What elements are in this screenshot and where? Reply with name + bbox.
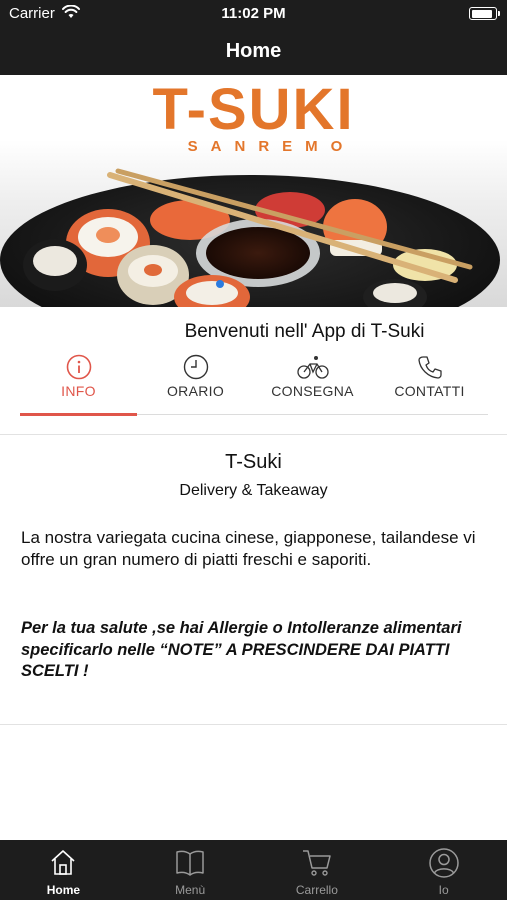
status-bar: Carrier 11:02 PM bbox=[0, 0, 507, 28]
tab-orario-label: ORARIO bbox=[166, 383, 225, 399]
restaurant-description: La nostra variegata cucina cinese, giapp… bbox=[21, 528, 476, 569]
phone-icon bbox=[371, 354, 488, 380]
tabbar-home[interactable]: Home bbox=[0, 840, 127, 900]
battery-icon bbox=[469, 7, 500, 20]
clock-icon bbox=[137, 354, 254, 380]
tabbar-io-label: Io bbox=[438, 883, 449, 897]
tab-active-indicator bbox=[20, 413, 137, 416]
top-bar: Carrier 11:02 PM Home bbox=[0, 0, 507, 75]
cart-icon bbox=[254, 847, 381, 879]
welcome-text: Benvenuti nell' App di T-Suki bbox=[184, 321, 425, 342]
page-title: Home bbox=[225, 40, 282, 62]
tab-consegna[interactable]: CONSEGNA bbox=[254, 352, 371, 416]
tabbar-menu-label: Menù bbox=[175, 883, 206, 897]
content-divider bbox=[0, 724, 507, 725]
tabbar-io[interactable]: Io bbox=[380, 840, 507, 900]
tab-consegna-label: CONSEGNA bbox=[271, 383, 354, 399]
tabbar-carrello[interactable]: Carrello bbox=[254, 840, 381, 900]
section-divider bbox=[0, 434, 507, 435]
user-icon bbox=[380, 847, 507, 879]
brand-logo: T-SUKI bbox=[152, 77, 355, 142]
tab-orario[interactable]: ORARIO bbox=[137, 352, 254, 416]
tab-contatti-label: CONTATTI bbox=[394, 383, 465, 399]
info-tabs: INFO ORARIO CONSEGNA CONTATTI bbox=[20, 352, 488, 416]
info-icon bbox=[20, 354, 137, 380]
bottom-tab-bar: Home Menù Carrello Io bbox=[0, 840, 507, 900]
tabbar-home-label: Home bbox=[46, 883, 81, 897]
restaurant-name: T-Suki bbox=[225, 451, 282, 473]
brand-subtitle: SANREMO bbox=[187, 138, 356, 155]
tabbar-menu[interactable]: Menù bbox=[127, 840, 254, 900]
bicycle-icon bbox=[254, 354, 371, 380]
tab-info[interactable]: INFO bbox=[20, 352, 137, 416]
tab-info-label: INFO bbox=[61, 383, 96, 399]
book-icon bbox=[127, 847, 254, 879]
allergy-notice: Per la tua salute ,se hai Allergie o Int… bbox=[21, 619, 462, 680]
tab-contatti[interactable]: CONTATTI bbox=[371, 352, 488, 416]
restaurant-service: Delivery & Takeaway bbox=[179, 482, 328, 499]
hero-banner: T-SUKI SANREMO bbox=[0, 75, 507, 307]
clock-time: 11:02 PM bbox=[221, 5, 286, 22]
home-icon bbox=[0, 847, 127, 879]
tabbar-carrello-label: Carrello bbox=[295, 883, 338, 897]
